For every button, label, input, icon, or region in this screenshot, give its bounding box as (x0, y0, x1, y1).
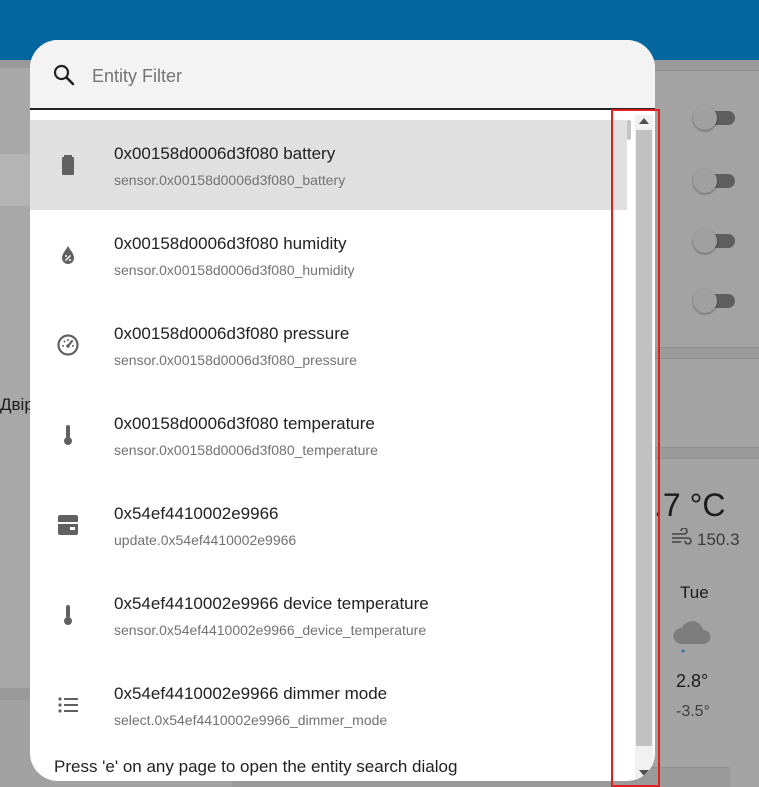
background-card-bottom-right (730, 756, 759, 787)
cloud-snow-icon (671, 614, 715, 654)
entity-name: 0x54ef4410002e9966 dimmer mode (114, 684, 388, 703)
background-toggle[interactable] (693, 169, 735, 193)
background-area-label: Двір (0, 395, 34, 414)
entity-list-item[interactable]: 0x54ef4410002e9966 device temperature se… (30, 570, 627, 660)
weather-wind-speed: 150.3 (697, 530, 740, 549)
entity-id: update.0x54ef4410002e9966 (114, 532, 297, 548)
water-percent-icon (56, 243, 80, 267)
forecast-high: 2.8° (676, 671, 709, 691)
entity-name: 0x00158d0006d3f080 pressure (114, 324, 350, 343)
thermometer-icon (56, 603, 80, 627)
background-toggle[interactable] (693, 289, 735, 313)
gauge-icon (56, 333, 80, 357)
battery-icon (56, 153, 80, 177)
entity-name: 0x00158d0006d3f080 temperature (114, 414, 375, 433)
format-list-bulleted-icon (56, 693, 80, 717)
entity-id: sensor.0x00158d0006d3f080_pressure (114, 352, 357, 368)
entity-name: 0x00158d0006d3f080 humidity (114, 234, 347, 253)
package-icon (56, 513, 80, 537)
entity-name: 0x54ef4410002e9966 device temperature (114, 594, 429, 613)
weather-temperature: .7 °C (654, 487, 726, 523)
entity-id: sensor.0x00158d0006d3f080_humidity (114, 262, 355, 278)
entity-filter-bar (30, 40, 655, 110)
entity-list-item[interactable]: 0x00158d0006d3f080 battery sensor.0x0015… (30, 120, 627, 210)
entity-search-dialog: 0x00158d0006d3f080 battery sensor.0x0015… (30, 40, 655, 781)
thermometer-icon (56, 423, 80, 447)
entity-name: 0x00158d0006d3f080 battery (114, 144, 336, 163)
wind-icon (670, 527, 692, 548)
entity-filter-input[interactable] (90, 60, 594, 92)
entity-list-item[interactable]: 0x54ef4410002e9966 update.0x54ef4410002e… (30, 480, 627, 570)
entity-list-item[interactable]: 0x00158d0006d3f080 temperature sensor.0x… (30, 390, 627, 480)
entity-id: sensor.0x54ef4410002e9966_device_tempera… (114, 622, 427, 638)
search-hint-text: Press 'e' on any page to open the entity… (54, 757, 458, 776)
entity-list: 0x00158d0006d3f080 battery sensor.0x0015… (30, 120, 627, 750)
forecast-day: Tue (680, 583, 709, 602)
forecast-low: -3.5° (676, 703, 710, 720)
background-toggle[interactable] (693, 229, 735, 253)
entity-list-item[interactable]: 0x00158d0006d3f080 humidity sensor.0x001… (30, 210, 627, 300)
background-toggle[interactable] (693, 106, 735, 130)
entity-list-item[interactable]: 0x54ef4410002e9966 dimmer mode select.0x… (30, 660, 627, 750)
entity-name: 0x54ef4410002e9966 (114, 504, 279, 523)
entity-id: sensor.0x00158d0006d3f080_battery (114, 172, 346, 188)
entity-list-item[interactable]: 0x00158d0006d3f080 pressure sensor.0x001… (30, 300, 627, 390)
scrollbar-highlight-box (611, 109, 660, 787)
search-icon (52, 63, 76, 87)
entity-id: select.0x54ef4410002e9966_dimmer_mode (114, 712, 388, 728)
entity-id: sensor.0x00158d0006d3f080_temperature (114, 442, 378, 458)
background-row-highlight (0, 154, 30, 206)
